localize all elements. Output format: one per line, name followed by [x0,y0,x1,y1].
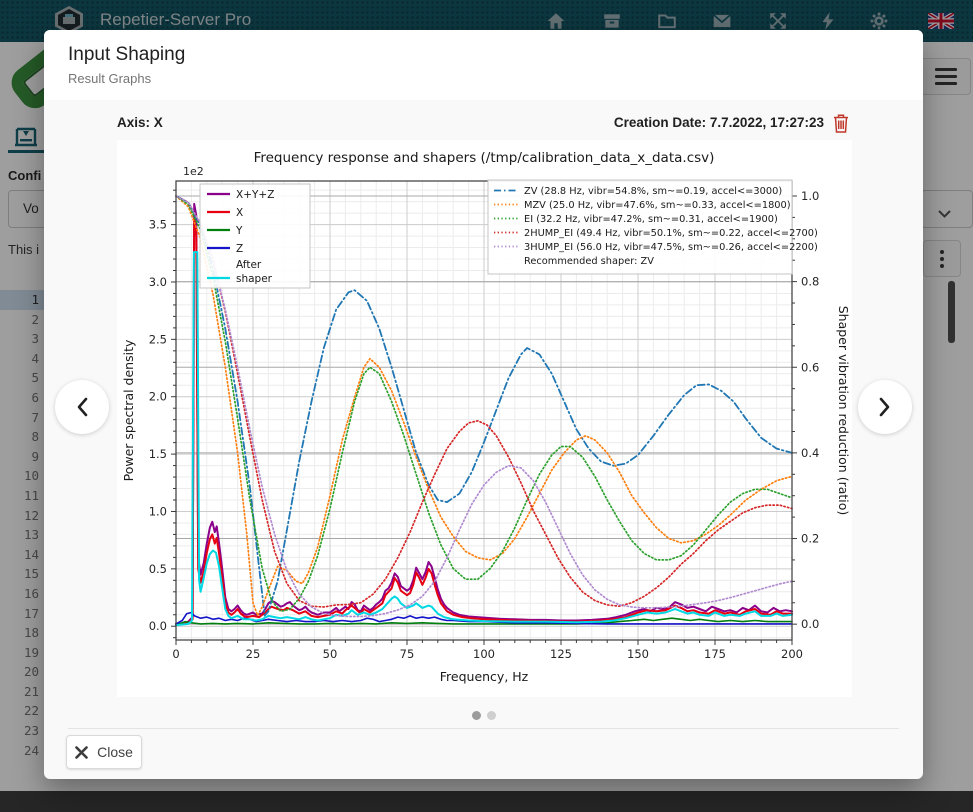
svg-text:MZV (25.0 Hz, vibr=47.6%, sm~=: MZV (25.0 Hz, vibr=47.6%, sm~=0.33, acce… [524,200,791,211]
svg-text:25: 25 [246,647,261,661]
svg-text:125: 125 [550,647,572,661]
result-chart: 0 25 50 75 100 125 150 175 200 0.0 0.5 1.0 1.5 2.0 2.5… [117,140,852,697]
legend-measured: X+Y+Z XYZ After shaper [200,184,310,288]
svg-text:100: 100 [473,647,495,661]
svg-text:75: 75 [400,647,415,661]
close-button-label: Close [97,744,133,760]
axis-label: Axis: X [117,115,163,130]
dialog-subtitle: Result Graphs [68,71,151,86]
svg-text:Z: Z [236,243,243,255]
creation-date-label: Creation Date: 7.7.2022, 17:27:23 [614,115,824,130]
carousel-dot[interactable] [472,711,481,720]
recommended-shaper-label: Recommended shaper: ZV [524,256,654,267]
x-axis-label: Frequency, Hz [440,669,529,684]
svg-text:EI (32.2 Hz, vibr=47.2%, sm~=0: EI (32.2 Hz, vibr=47.2%, sm~=0.31, accel… [524,214,778,225]
legend-shapers: ZV (28.8 Hz, vibr=54.8%, sm~=0.19, accel… [488,180,818,274]
input-shaping-dialog: Input Shaping Result Graphs Axis: X Crea… [44,30,923,779]
svg-text:3.0: 3.0 [149,275,167,289]
svg-text:shaper: shaper [236,273,273,285]
svg-text:0: 0 [172,647,179,661]
dialog-title: Input Shaping [68,44,185,66]
previous-graph-button[interactable] [55,380,109,434]
svg-text:2.0: 2.0 [149,390,167,404]
svg-text:After: After [236,259,262,271]
svg-text:0.8: 0.8 [801,275,819,289]
svg-text:3HUMP_EI (56.0 Hz, vibr=47.5%,: 3HUMP_EI (56.0 Hz, vibr=47.5%, sm~=0.26,… [524,242,818,253]
delete-result-button[interactable] [832,113,852,135]
svg-text:2HUMP_EI (49.4 Hz, vibr=50.1%,: 2HUMP_EI (49.4 Hz, vibr=50.1%, sm~=0.22,… [524,228,818,239]
svg-text:X: X [236,207,243,219]
svg-text:1.0: 1.0 [149,504,167,518]
left-y-axis-label: Power spectral density [121,339,136,481]
svg-text:0.2: 0.2 [801,532,819,546]
svg-text:0.0: 0.0 [801,617,819,631]
chart-title: Frequency response and shapers (/tmp/cal… [254,150,715,166]
chevron-right-icon [878,396,892,418]
carousel-dots [44,707,923,725]
svg-text:0.4: 0.4 [801,446,819,460]
result-chart-container: 0 25 50 75 100 125 150 175 200 0.0 0.5 1.0 1.5 2.0 2.5… [117,140,852,697]
svg-text:X+Y+Z: X+Y+Z [236,189,274,201]
trash-icon [832,113,850,134]
axis-info-row: Axis: X Creation Date: 7.7.2022, 17:27:2… [117,113,852,135]
svg-text:1.5: 1.5 [149,447,167,461]
next-graph-button[interactable] [858,380,912,434]
svg-text:175: 175 [704,647,726,661]
svg-text:3.5: 3.5 [149,218,167,232]
svg-text:2.5: 2.5 [149,332,167,346]
svg-text:0.0: 0.0 [149,619,167,633]
svg-text:50: 50 [323,647,338,661]
svg-text:Y: Y [235,225,243,237]
close-x-icon [75,746,88,759]
right-y-axis-label: Shaper vibration reduction (ratio) [836,306,851,516]
svg-text:1.0: 1.0 [801,189,819,203]
dialog-header: Input Shaping Result Graphs [44,30,923,100]
footer-divider [68,728,899,729]
close-button[interactable]: Close [66,735,142,769]
carousel-dot[interactable] [487,711,496,720]
chevron-left-icon [75,396,89,418]
scale-note: 1e2 [183,165,204,178]
svg-text:150: 150 [627,647,649,661]
svg-text:200: 200 [781,647,803,661]
svg-text:0.6: 0.6 [801,360,819,374]
svg-text:0.5: 0.5 [149,562,167,576]
svg-text:ZV (28.8 Hz, vibr=54.8%, sm~=0: ZV (28.8 Hz, vibr=54.8%, sm~=0.19, accel… [524,186,782,197]
